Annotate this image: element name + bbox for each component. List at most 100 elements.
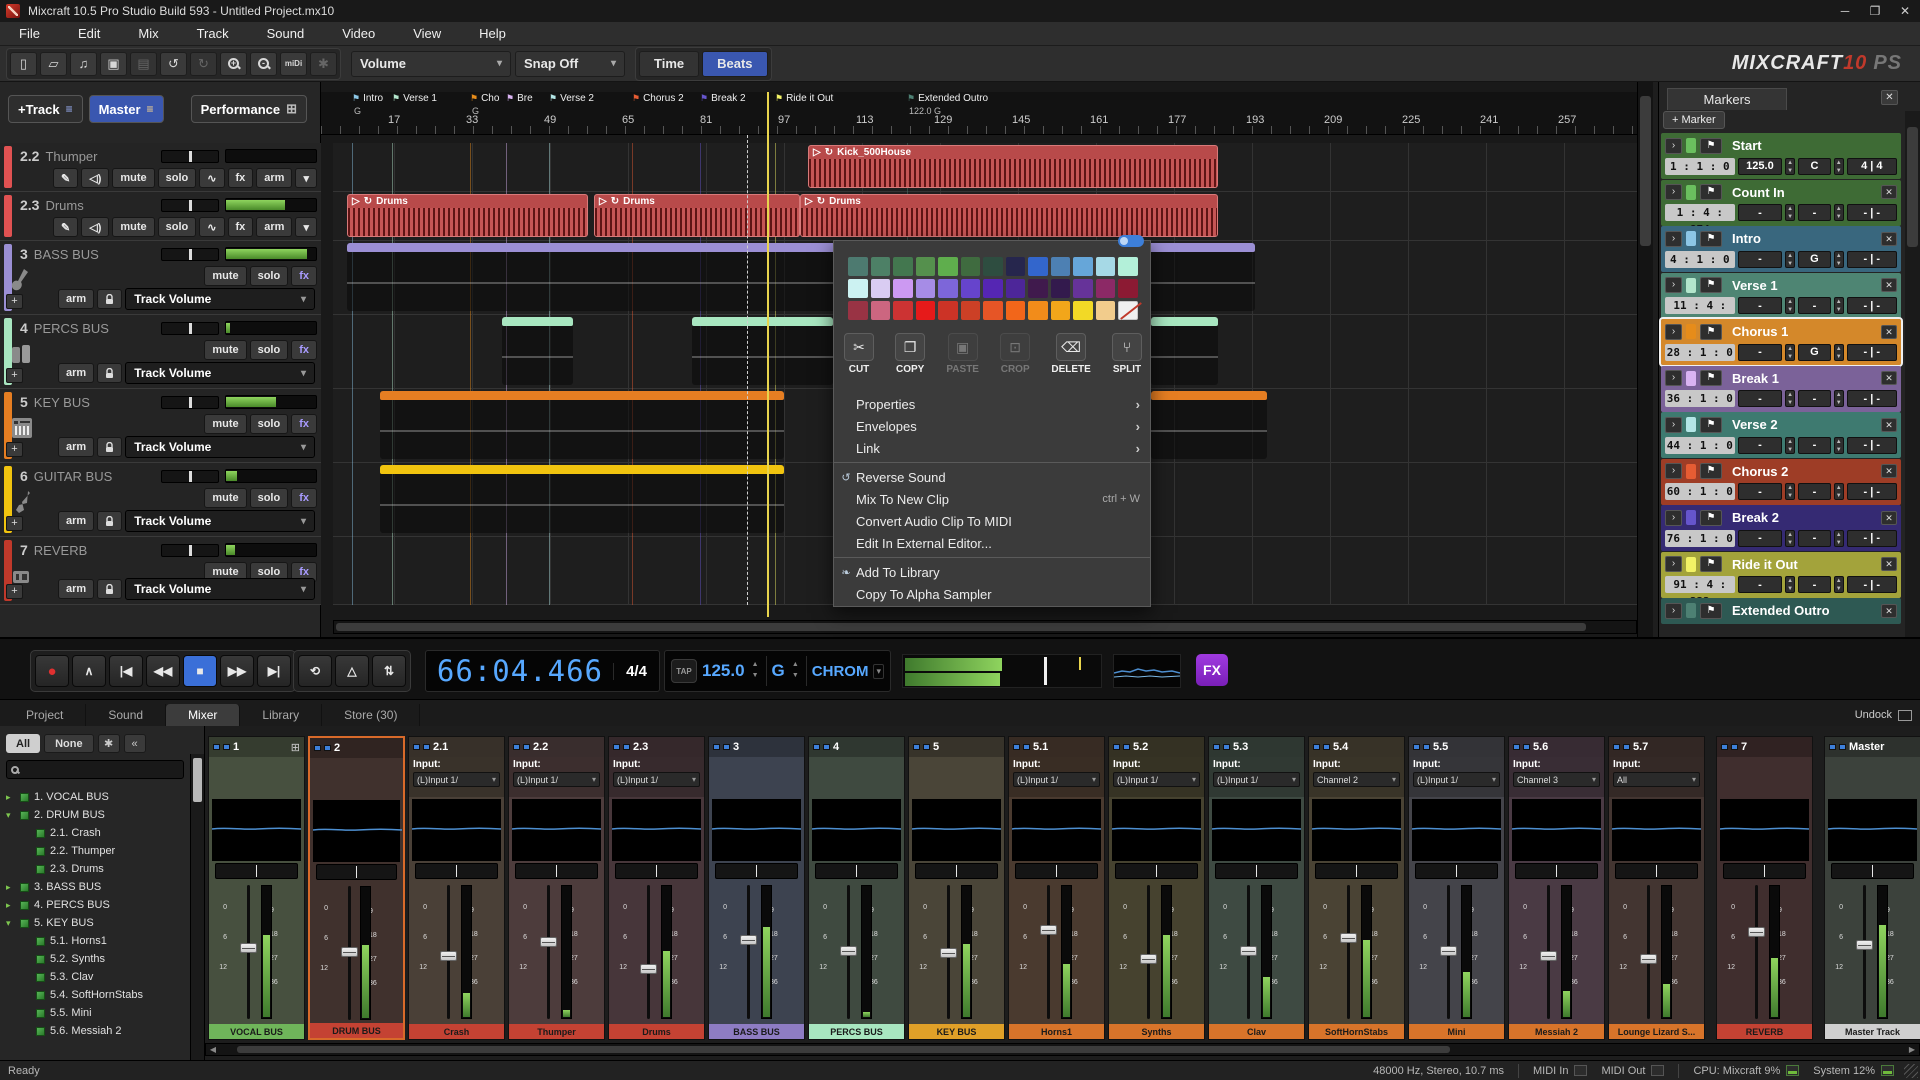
tree-item-1-vocal-bus[interactable]: ▸1. VOCAL BUS <box>0 788 188 806</box>
ctx-action-split[interactable]: ⑂SPLIT <box>1112 333 1142 375</box>
speaker-icon[interactable]: ◁) <box>81 217 109 237</box>
marker-key-field[interactable]: - <box>1798 530 1831 547</box>
timeline-vertical-scrollbar[interactable] <box>1637 82 1653 637</box>
key-spinner[interactable]: ▲▼ <box>1834 437 1844 454</box>
mixer-strip-1[interactable]: 1⊞06129182736VOCAL BUS <box>208 736 305 1040</box>
strip-pan-slider[interactable] <box>1215 863 1298 879</box>
fx-button[interactable]: fx <box>228 217 254 237</box>
strip-pan-slider[interactable] <box>1315 863 1398 879</box>
fader-knob[interactable] <box>1640 954 1657 964</box>
input-dropdown[interactable]: (L)Input 1/▾ <box>513 772 600 787</box>
pan-notch[interactable] <box>1654 865 1659 877</box>
marker-key-field[interactable]: - <box>1798 483 1831 500</box>
strip-eq-display[interactable] <box>313 800 400 862</box>
pan-thumb[interactable] <box>189 249 192 260</box>
mixer-strip-2.3[interactable]: 2.3Input:(L)Input 1/▾06129182736Drums <box>608 736 705 1040</box>
marker-timesig-field[interactable]: - | - <box>1847 390 1897 407</box>
resize-grip[interactable] <box>1904 1064 1918 1078</box>
menu-video[interactable]: Video <box>323 22 394 46</box>
pan-notch[interactable] <box>1154 865 1159 877</box>
envelope-button[interactable]: ∿ <box>199 168 224 188</box>
marker-row-start[interactable]: ›⚑Start1 : 1 : 0125.0▲▼C▲▼4 | 4 <box>1661 133 1901 179</box>
mute-button[interactable]: mute <box>112 217 154 237</box>
mixer-strip-3[interactable]: 306129182736BASS BUS <box>708 736 805 1040</box>
key-spinner[interactable]: ▲▼ <box>1834 483 1844 500</box>
strip-pan-slider[interactable] <box>1115 863 1198 879</box>
mixer-strip-5.4[interactable]: 5.4Input:Channel 2▾06129182736SoftHornSt… <box>1308 736 1405 1040</box>
master-fx-button[interactable]: FX <box>1196 654 1228 686</box>
track-options-button[interactable]: ▾ <box>295 217 317 237</box>
fader-knob[interactable] <box>1856 940 1873 950</box>
input-dropdown[interactable]: (L)Input 1/▾ <box>1213 772 1300 787</box>
ctx-item-add-to-library[interactable]: ❧Add To Library <box>834 561 1150 583</box>
ruler-marker-flag[interactable]: ⚑Bre <box>506 93 533 104</box>
color-swatch[interactable] <box>1051 301 1071 320</box>
import-audio-icon[interactable]: ♫ <box>70 52 97 76</box>
minimize-button[interactable]: ─ <box>1830 0 1860 22</box>
input-dropdown[interactable]: Channel 2▾ <box>1313 772 1400 787</box>
browser-search-input[interactable] <box>6 760 184 779</box>
marker-delete-button[interactable]: ✕ <box>1881 371 1897 385</box>
marker-timesig-field[interactable]: - | - <box>1847 297 1897 314</box>
ctx-action-copy[interactable]: ❐COPY <box>895 333 925 375</box>
marker-timesig-field[interactable]: - | - <box>1847 530 1897 547</box>
marker-tempo-field[interactable]: - <box>1738 576 1783 593</box>
pan-notch[interactable] <box>954 865 959 877</box>
ctx-item-reverse-sound[interactable]: ↺Reverse Sound <box>834 466 1150 488</box>
marker-color-chip[interactable] <box>1686 603 1696 618</box>
solo-button[interactable]: solo <box>158 217 197 237</box>
color-swatch[interactable] <box>916 279 936 298</box>
fader-knob[interactable] <box>1440 946 1457 956</box>
mute-button[interactable]: mute <box>204 340 246 360</box>
performance-panel-button[interactable]: Performance⊞ <box>191 95 307 123</box>
master-track-button[interactable]: Master≡ <box>89 95 164 123</box>
arm-button[interactable]: arm <box>58 579 94 599</box>
ruler-marker-flag[interactable]: ⚑Ride it Out <box>775 93 833 104</box>
marker-timesig-field[interactable]: - | - <box>1847 251 1897 268</box>
fx-button[interactable]: fx <box>228 168 254 188</box>
marker-time-field[interactable]: 11 : 4 : 750 <box>1665 297 1735 314</box>
scroll-left-icon[interactable]: ◀ <box>206 1045 220 1054</box>
automation-param-dropdown[interactable]: Track Volume▾ <box>125 436 315 458</box>
color-swatch[interactable] <box>938 257 958 276</box>
fader-knob[interactable] <box>240 943 257 953</box>
key-spinner[interactable]: ▲▼ <box>1834 297 1844 314</box>
marker-delete-button[interactable]: ✕ <box>1881 325 1897 339</box>
beats-mode-button[interactable]: Beats <box>702 51 767 77</box>
color-swatch[interactable] <box>848 279 868 298</box>
tree-item-2-drum-bus[interactable]: ▾2. DRUM BUS <box>0 806 188 824</box>
audio-clip[interactable] <box>502 317 573 385</box>
audio-clip[interactable]: ▷↻Drums <box>800 194 1218 237</box>
mixer-strip-Master[interactable]: Master06129182736Master Track <box>1824 736 1920 1040</box>
tempo-spinner[interactable]: ▲▼ <box>1785 204 1795 221</box>
marker-row-intro[interactable]: ›⚑Intro✕4 : 1 : 0-▲▼G▲▼- | - <box>1661 226 1901 272</box>
tree-item-5-2-synths[interactable]: 5.2. Synths <box>0 950 188 968</box>
strip-eq-display[interactable] <box>912 799 1001 861</box>
input-dropdown[interactable]: Channel 3▾ <box>1513 772 1600 787</box>
strip-eq-display[interactable] <box>712 799 801 861</box>
ruler-marker-flag[interactable]: ⚑IntroG <box>352 93 383 104</box>
pan-notch[interactable] <box>1870 865 1875 877</box>
color-swatch[interactable] <box>983 257 1003 276</box>
filter-all-button[interactable]: All <box>6 734 40 753</box>
marker-color-chip[interactable] <box>1686 231 1696 246</box>
key-spinner[interactable]: ▲▼ <box>790 659 801 683</box>
ctx-item-properties[interactable]: Properties› <box>834 393 1150 415</box>
marker-expand-button[interactable]: › <box>1665 277 1682 293</box>
strip-pan-slider[interactable] <box>1015 863 1098 879</box>
speaker-icon[interactable]: ◁) <box>81 168 109 188</box>
scroll-right-icon[interactable]: ▶ <box>1905 1045 1919 1054</box>
tab-library[interactable]: Library <box>240 704 322 726</box>
color-swatch[interactable] <box>893 257 913 276</box>
fader-knob[interactable] <box>1540 951 1557 961</box>
strip-pan-slider[interactable] <box>1415 863 1498 879</box>
track-row-percs-bus[interactable]: 4PERCS BUSmutesolofxarmTrack Volume▾+ <box>0 315 321 389</box>
go-to-start-button[interactable]: |◀ <box>109 655 143 687</box>
fader-knob[interactable] <box>940 948 957 958</box>
collapse-panel-button[interactable]: « <box>124 734 146 753</box>
record-button[interactable]: ● <box>35 655 69 687</box>
solo-button[interactable]: solo <box>250 340 289 360</box>
color-swatch[interactable] <box>938 301 958 320</box>
track-row-drums[interactable]: 2.3Drums✎◁)mutesolo∿fxarm▾ <box>0 192 321 241</box>
pan-notch[interactable] <box>1762 865 1767 877</box>
